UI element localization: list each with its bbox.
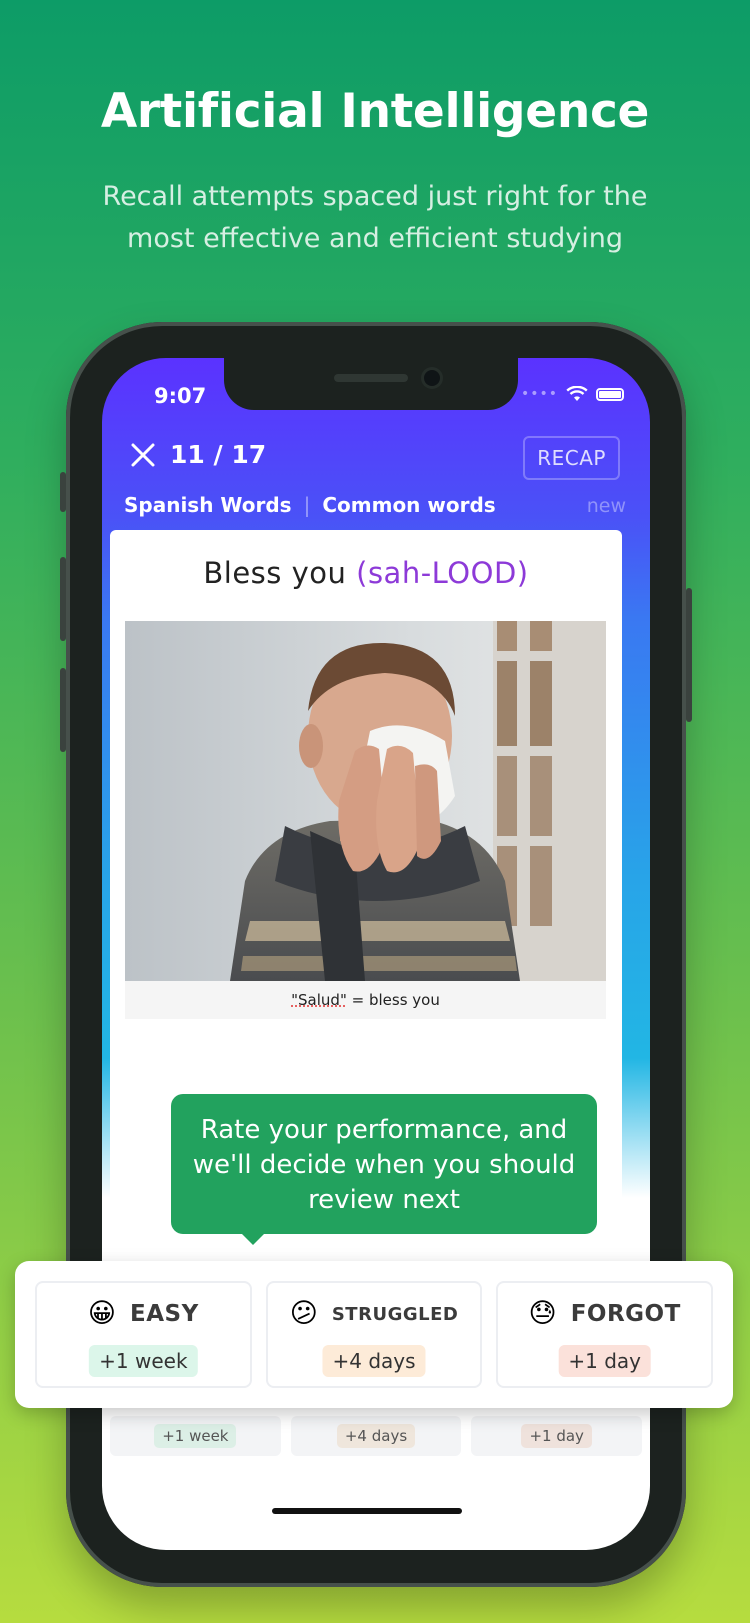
caption-text: = bless you <box>346 991 440 1009</box>
new-tag: new <box>586 495 626 517</box>
strip-easy[interactable]: +1 week <box>110 1416 281 1456</box>
strip-forgot[interactable]: +1 day <box>471 1416 643 1456</box>
tooltip-arrow <box>240 1232 266 1245</box>
pronunciation: (sah-LOOD) <box>356 556 529 590</box>
confused-face-icon: 😕 <box>289 1298 318 1329</box>
strip-struggled[interactable]: +4 days <box>290 1416 462 1456</box>
subheadline: Recall attempts spaced just right for th… <box>102 181 648 254</box>
signal-icon: •••• <box>520 386 558 402</box>
grinning-face-icon: 😀 <box>87 1298 117 1329</box>
rate-struggled-button[interactable]: 😕 STRUGGLED +4 days <box>265 1281 483 1388</box>
sneezing-man-photo <box>125 621 606 981</box>
rate-struggled-interval: +4 days <box>322 1345 426 1377</box>
speaker-grille <box>334 374 408 382</box>
caption-word: "Salud" <box>291 991 347 1009</box>
breadcrumb-course[interactable]: Spanish Words <box>124 493 292 517</box>
volume-down-button <box>60 668 66 752</box>
rate-easy-button[interactable]: 😀 EASY +1 week <box>35 1281 252 1388</box>
status-icons: •••• <box>521 386 624 402</box>
rate-easy-interval: +1 week <box>89 1345 198 1377</box>
rate-forgot-interval: +1 day <box>558 1345 651 1377</box>
rate-forgot-label: FORGOT <box>570 1301 681 1327</box>
strip-struggled-interval: +4 days <box>336 1424 416 1448</box>
mute-switch <box>60 472 66 512</box>
rating-tooltip: Rate your performance, and we'll decide … <box>171 1094 597 1234</box>
wifi-icon <box>566 386 588 401</box>
phrase: Bless you <box>203 556 347 590</box>
power-button <box>686 588 692 722</box>
notch <box>224 358 518 410</box>
sweat-face-icon: 😓 <box>528 1298 557 1329</box>
photo-caption: "Salud" = bless you <box>125 981 606 1019</box>
battery-icon <box>596 387 624 401</box>
strip-easy-interval: +1 week <box>154 1424 237 1448</box>
close-icon[interactable] <box>130 442 156 468</box>
rate-easy-label: EASY <box>130 1301 199 1327</box>
rate-struggled-header: 😕 STRUGGLED <box>268 1299 481 1329</box>
breadcrumb: Spanish Words | Common words <box>124 493 496 517</box>
rate-struggled-label: STRUGGLED <box>331 1303 459 1325</box>
strip-forgot-interval: +1 day <box>521 1424 592 1448</box>
home-indicator <box>272 1508 462 1514</box>
rate-forgot-header: 😓 FORGOT <box>498 1299 711 1329</box>
breadcrumb-lesson[interactable]: Common words <box>322 493 495 517</box>
card-title: Bless you (sah-LOOD) <box>110 556 622 590</box>
bottom-rating-strip: +1 week +4 days +1 day <box>110 1416 643 1456</box>
camera-icon <box>424 370 440 386</box>
headline: Artificial Intelligence <box>100 84 650 139</box>
status-time: 9:07 <box>154 384 207 408</box>
volume-up-button <box>60 557 66 641</box>
rate-easy-header: 😀 EASY <box>37 1299 250 1329</box>
rating-panel: 😀 EASY +1 week 😕 STRUGGLED +4 days 😓 FOR… <box>15 1261 733 1408</box>
recap-button[interactable]: RECAP <box>523 436 620 480</box>
lesson-progress: 11 / 17 <box>170 440 267 469</box>
breadcrumb-separator: | <box>303 493 311 517</box>
rate-forgot-button[interactable]: 😓 FORGOT +1 day <box>496 1281 714 1388</box>
